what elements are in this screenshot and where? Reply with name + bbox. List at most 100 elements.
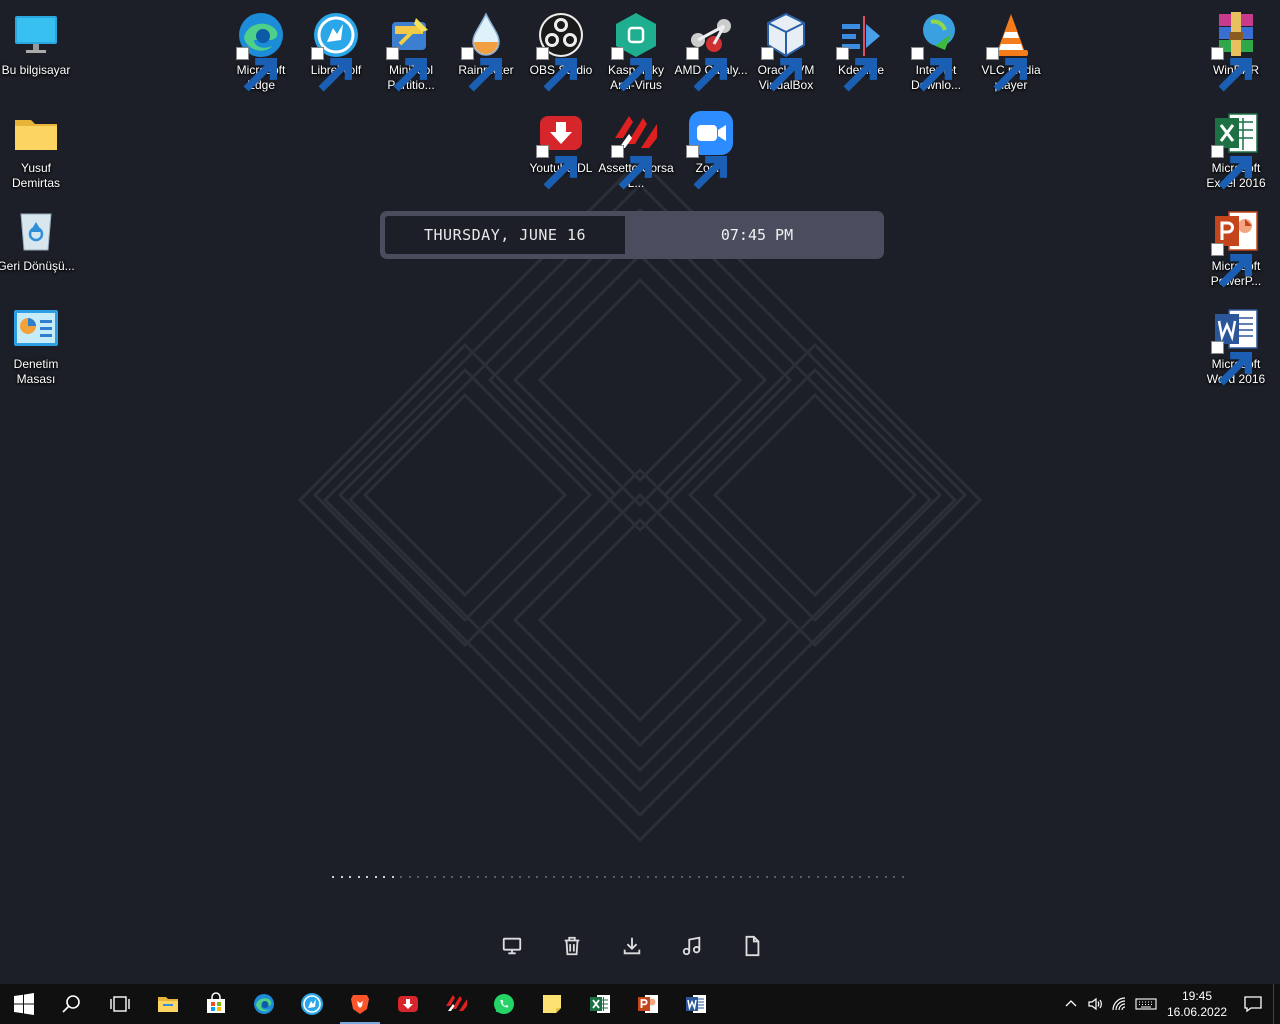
monitor-icon[interactable] [500,932,524,960]
progress-dot [714,876,724,879]
speaker-icon[interactable] [1083,984,1107,1024]
progress-dot [374,876,384,879]
progress-dot [357,876,367,879]
progress-dot [859,876,868,879]
task-view-icon[interactable] [96,984,144,1024]
progress-dot [774,876,783,879]
progress-dot [689,876,698,879]
desktop-icon-obs[interactable]: OBS Studio [524,6,598,92]
progress-dot [476,876,486,879]
recycle-bin-icon [11,206,61,256]
search-icon[interactable] [48,984,96,1024]
edge-icon [236,10,286,92]
progress-dot [621,876,630,879]
progress-dot [731,876,741,879]
shortcut-arrow-icon [986,47,1027,92]
progress-dot [340,876,350,879]
progress-dot [391,876,401,879]
desktop-icon-rainmeter[interactable]: Rainmeter [449,6,523,92]
desktop-icon-edge[interactable]: Microsoft Edge [224,6,298,93]
desktop-icon-amd[interactable]: AMD Cataly... [674,6,748,92]
assetto-corsa-icon[interactable] [432,984,480,1024]
desktop-icon-powerpoint[interactable]: Microsoft PowerP... [1199,202,1273,289]
kaspersky-icon [611,10,661,92]
progress-dot [825,876,834,879]
progress-dot [553,876,562,879]
desktop-icon-idm[interactable]: Internet Downlo... [899,6,973,93]
desktop-icon-winrar[interactable]: WinRAR [1199,6,1273,92]
desktop-icon-kdenlive[interactable]: Kdenlive [824,6,898,92]
desktop-icon-control-panel[interactable]: Denetim Masası [0,300,73,387]
desktop-icon-librewolf[interactable]: LibreWolf [299,6,373,92]
desktop-icon-folder[interactable]: Yusuf Demirtas [0,104,73,191]
notification-icon[interactable] [1233,984,1273,1024]
assetto-corsa-icon [611,108,661,190]
music-icon[interactable] [680,932,704,960]
powerpoint-icon[interactable] [624,984,672,1024]
desktop-icon-virtualbox[interactable]: Oracle VM VirtualBox [749,6,823,93]
excel-icon[interactable] [576,984,624,1024]
chevron-up-icon[interactable] [1059,984,1083,1024]
desktop-icon-kaspersky[interactable]: Kaspersky Anti-Virus [599,6,673,93]
winrar-icon [1211,10,1261,92]
dock-bar [500,932,764,960]
progress-dot [451,876,460,879]
progress-dot [850,876,860,879]
taskbar-time: 19:45 [1181,989,1213,1003]
desktop-icon-label: Bu bilgisayar [1,63,71,77]
desktop-icon-label: Yusuf Demirtas [11,161,60,190]
show-desktop-button[interactable] [1273,984,1280,1024]
shortcut-arrow-icon [236,47,277,92]
taskbar-date: 16.06.2022 [1167,1005,1228,1019]
desktop-icon-zoom[interactable]: Zoom [674,104,748,190]
progress-dot [383,876,392,879]
desktop-icon-assetto-corsa[interactable]: Assetto Corsa L... [598,104,674,191]
progress-dot [842,876,851,879]
network-icon[interactable] [1107,984,1131,1024]
edge-icon[interactable] [240,984,288,1024]
desktop-icon-minitool[interactable]: MiniTool Partitio... [374,6,448,93]
progress-dot [638,876,647,879]
progress-dot [400,876,409,879]
librewolf-icon[interactable] [288,984,336,1024]
store-icon[interactable] [192,984,240,1024]
desktop-icon-youtube-dl[interactable]: Youtube-DL [524,104,598,190]
keyboard-icon[interactable] [1131,984,1161,1024]
shortcut-arrow-icon [611,145,652,190]
desktop-icon-recycle-bin[interactable]: Geri Dönüşü... [0,202,75,274]
document-icon[interactable] [740,932,764,960]
trash-icon[interactable] [560,932,584,960]
idm-icon [911,10,961,92]
minitool-icon [386,10,436,92]
shortcut-arrow-icon [686,145,727,190]
progress-dot [425,876,435,879]
progress-dot [417,876,426,879]
sticky-notes-icon[interactable] [528,984,576,1024]
download-icon[interactable] [620,932,644,960]
vlc-icon [986,10,1036,92]
progress-dot [893,876,902,879]
monitor-icon [11,10,61,60]
shortcut-arrow-icon [761,47,802,92]
youtube-dl-icon[interactable] [384,984,432,1024]
progress-dot [884,876,894,879]
progress-dot [697,876,707,879]
file-explorer-icon[interactable] [144,984,192,1024]
taskbar-clock[interactable]: 19:45 16.06.2022 [1167,988,1227,1020]
desktop-icon-vlc[interactable]: VLC media player [974,6,1048,93]
progress-dot [493,876,503,879]
word-icon[interactable] [672,984,720,1024]
shortcut-arrow-icon [536,47,577,92]
progress-dot [442,876,452,879]
progress-dot [646,876,656,879]
progress-dot [459,876,469,879]
desktop-icon-excel[interactable]: Microsoft Excel 2016 [1199,104,1273,191]
kdenlive-icon [836,10,886,92]
whatsapp-icon[interactable] [480,984,528,1024]
progress-dot [519,876,528,879]
desktop-icon-monitor[interactable]: Bu bilgisayar [0,6,73,78]
brave-icon[interactable] [336,984,384,1024]
windows-start-icon[interactable] [0,984,48,1024]
desktop-icon-word[interactable]: Microsoft Word 2016 [1199,300,1273,387]
system-tray: 19:45 16.06.2022 [1059,984,1280,1024]
